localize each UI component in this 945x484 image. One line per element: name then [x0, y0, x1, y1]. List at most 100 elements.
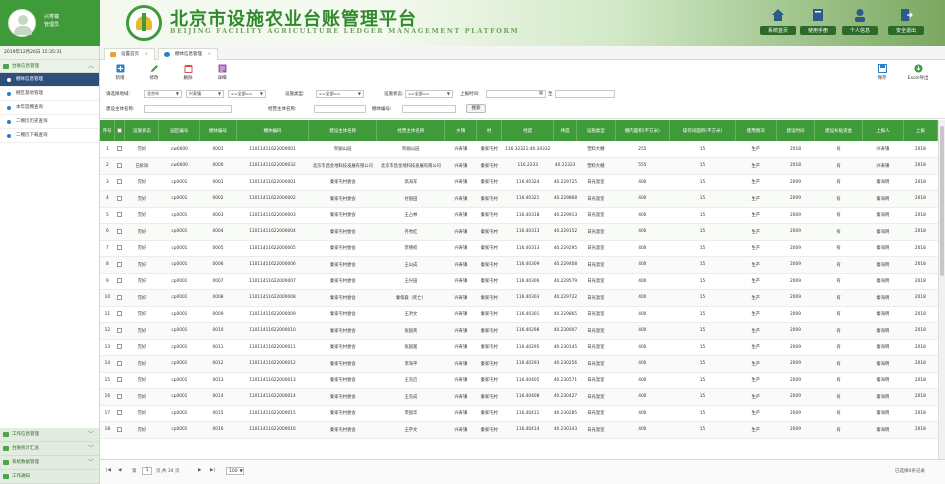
sidebar-item-shed-info[interactable]: 棚体信息管理 — [0, 73, 99, 87]
last-page-button[interactable]: ▶| — [210, 468, 215, 473]
select-all-checkbox[interactable] — [117, 127, 123, 133]
operator-name-input[interactable] — [314, 105, 366, 113]
table-row[interactable]: 3 完好 cp0001 0001 11011411622000001 秦家屯村委会 高海军兴… — [100, 174, 938, 191]
table-row[interactable]: 13 完好 cp0001 0011 11011411622000011 秦家屯村委会 张国富… — [100, 339, 938, 356]
table-row[interactable]: 14 完好 cp0001 0012 11011411622000012 秦家屯村委会 李海平… — [100, 355, 938, 373]
manual-button[interactable]: 使用手册 — [800, 8, 836, 40]
tab-shed-info[interactable]: 棚体信息管理 × — [158, 48, 219, 60]
row-checkbox[interactable] — [117, 162, 123, 168]
town-select[interactable]: 兴寿镇 ▼ — [186, 90, 224, 98]
row-checkbox[interactable] — [117, 360, 123, 366]
row-checkbox[interactable] — [117, 344, 123, 350]
table-row[interactable]: 6 完好 cp0001 0004 11011411622000004 秦家屯村委会 齐秀红兴… — [100, 223, 938, 241]
report-time-end-input[interactable] — [555, 90, 615, 98]
row-checkbox-cell[interactable] — [114, 240, 125, 257]
menu-group-stats[interactable]: 台账统计汇总 ﹀ — [0, 442, 99, 456]
table-row[interactable]: 12 完好 cp0001 0010 11011411622000010 秦家屯村委会 张国英… — [100, 322, 938, 340]
prev-page-button[interactable]: ◀ — [118, 468, 121, 473]
profile-button[interactable]: 个人信息 — [842, 8, 878, 40]
city-select[interactable]: 北京市 ▼ — [144, 90, 182, 98]
row-checkbox-cell[interactable] — [114, 141, 125, 158]
row-checkbox-cell[interactable] — [114, 372, 125, 389]
table-row[interactable]: 17 完好 cp0001 0015 11011411622000015 秦家屯村委会 李国华… — [100, 405, 938, 422]
close-icon[interactable]: × — [207, 52, 211, 57]
row-checkbox-cell[interactable] — [114, 322, 125, 340]
menu-group-system[interactable]: 系统数据管理 ﹀ — [0, 456, 99, 470]
menu-group-work[interactable]: 工作信息管理 ﹀ — [0, 428, 99, 442]
row-checkbox[interactable] — [117, 410, 123, 416]
shed-number-input[interactable] — [402, 105, 456, 113]
menu-group-notice[interactable]: 工作通知 — [0, 470, 99, 484]
builder-name-input[interactable] — [144, 105, 232, 113]
first-page-button[interactable]: |◀ — [106, 468, 111, 473]
row-checkbox[interactable] — [117, 327, 123, 333]
row-checkbox-cell[interactable] — [114, 207, 125, 224]
home-button[interactable]: 系统首页 — [760, 8, 796, 40]
row-checkbox[interactable] — [117, 261, 123, 267]
row-checkbox[interactable] — [117, 278, 123, 284]
scrollbar-thumb[interactable] — [940, 126, 944, 276]
table-row[interactable]: 2 已拆除 cw0000 0000 11011411622000032 北京市昌金地科技发… — [100, 157, 938, 175]
report-time-start-input[interactable]: ▦ — [486, 90, 546, 98]
row-checkbox-cell[interactable] — [114, 273, 125, 290]
row-checkbox-cell[interactable] — [114, 256, 125, 274]
row-checkbox[interactable] — [117, 245, 123, 251]
table-row[interactable]: 4 完好 cp0001 0002 11011411622000002 秦家屯村委会 付国田兴… — [100, 190, 938, 208]
menu-group-ledger[interactable]: 台账信息管理 ︿ — [0, 60, 99, 73]
row-checkbox-cell[interactable] — [114, 174, 125, 191]
row-checkbox[interactable] — [117, 294, 123, 300]
row-checkbox-cell[interactable] — [114, 157, 125, 175]
tab-home[interactable]: 设置首页 × — [104, 48, 156, 60]
table-row[interactable]: 8 完好 cp0001 0006 11011411622000006 秦家屯村委会 王山成兴… — [100, 256, 938, 274]
sidebar-item-base[interactable]: 棚区基地管理 — [0, 87, 99, 101]
row-checkbox-cell[interactable] — [114, 306, 125, 323]
table-row[interactable]: 18 完好 cp0001 0016 11011411622000016 秦家屯村委会 王宇文… — [100, 421, 938, 439]
detail-button[interactable]: 详细 — [210, 64, 234, 81]
excel-export-button[interactable]: Excel导出 — [906, 64, 930, 81]
table-row[interactable]: 11 完好 cp0001 0009 11011411622000009 秦家屯村委会 王洪文… — [100, 306, 938, 323]
next-page-button[interactable]: ▶ — [198, 468, 201, 473]
sidebar-item-download-query[interactable]: 二棚历下载查询 — [0, 129, 99, 143]
row-checkbox[interactable] — [117, 228, 123, 234]
row-checkbox[interactable] — [117, 311, 123, 317]
table-row[interactable]: 15 完好 cp0001 0013 11011411622000013 秦家屯村委会 王克启… — [100, 372, 938, 389]
avatar[interactable] — [8, 9, 36, 37]
add-button[interactable]: 新增 — [108, 64, 132, 81]
row-checkbox[interactable] — [117, 179, 123, 185]
sidebar-item-year-query[interactable]: 本年度棚查询 — [0, 101, 99, 115]
table-row[interactable]: 9 完好 cp0001 0007 11011411622000007 秦家屯村委会 王兴田兴… — [100, 273, 938, 290]
search-button[interactable]: 搜索 — [466, 104, 486, 113]
row-checkbox[interactable] — [117, 393, 123, 399]
row-checkbox[interactable] — [117, 195, 123, 201]
table-row[interactable]: 7 完好 cp0001 0005 11011411622000005 秦家屯村委会 李德权兴… — [100, 240, 938, 257]
facility-type-select[interactable]: ==全部== ▼ — [316, 90, 364, 98]
delete-button[interactable]: 删除 — [176, 64, 200, 81]
row-checkbox[interactable] — [117, 377, 123, 383]
vertical-scrollbar[interactable] — [938, 120, 945, 459]
edit-button[interactable]: 修改 — [142, 64, 166, 81]
page-size-select[interactable]: 100 ▼ — [226, 467, 244, 475]
table-row[interactable]: 10 完好 cp0001 0008 11011411622000008 秦家屯村委会 秦保森… — [100, 289, 938, 307]
facility-status-select[interactable]: ==全部== ▼ — [405, 90, 453, 98]
save-button[interactable]: 保存 — [870, 64, 894, 81]
row-checkbox-cell[interactable] — [114, 405, 125, 422]
row-checkbox-cell[interactable] — [114, 289, 125, 307]
row-checkbox-cell[interactable] — [114, 190, 125, 208]
row-checkbox[interactable] — [117, 146, 123, 151]
row-checkbox-cell[interactable] — [114, 388, 125, 406]
page-number-input[interactable]: 1 — [142, 467, 152, 475]
row-checkbox-cell[interactable] — [114, 421, 125, 439]
table-row[interactable]: 16 完好 cp0001 0014 11011411622000014 秦家屯村委会 王克成… — [100, 388, 938, 406]
table-row[interactable]: 5 完好 cp0001 0003 11011411622000003 秦家屯村委会 王占林兴… — [100, 207, 938, 224]
sidebar-item-history-query[interactable]: 二棚历历史查询 — [0, 115, 99, 129]
logout-button[interactable]: 安全退出 — [888, 8, 924, 40]
table-row[interactable]: 1 完好 cw0000 0001 11011411622000001 明丽山园 明丽山园 兴寿… — [100, 141, 938, 158]
close-icon[interactable]: × — [144, 52, 148, 57]
village-select[interactable]: ==全部== ▼ — [228, 90, 266, 98]
row-checkbox-cell[interactable] — [114, 339, 125, 356]
select-all-checkbox-header[interactable] — [114, 120, 126, 141]
row-checkbox-cell[interactable] — [114, 223, 125, 241]
row-checkbox-cell[interactable] — [114, 355, 125, 373]
row-checkbox[interactable] — [117, 426, 123, 432]
row-checkbox[interactable] — [117, 212, 123, 218]
